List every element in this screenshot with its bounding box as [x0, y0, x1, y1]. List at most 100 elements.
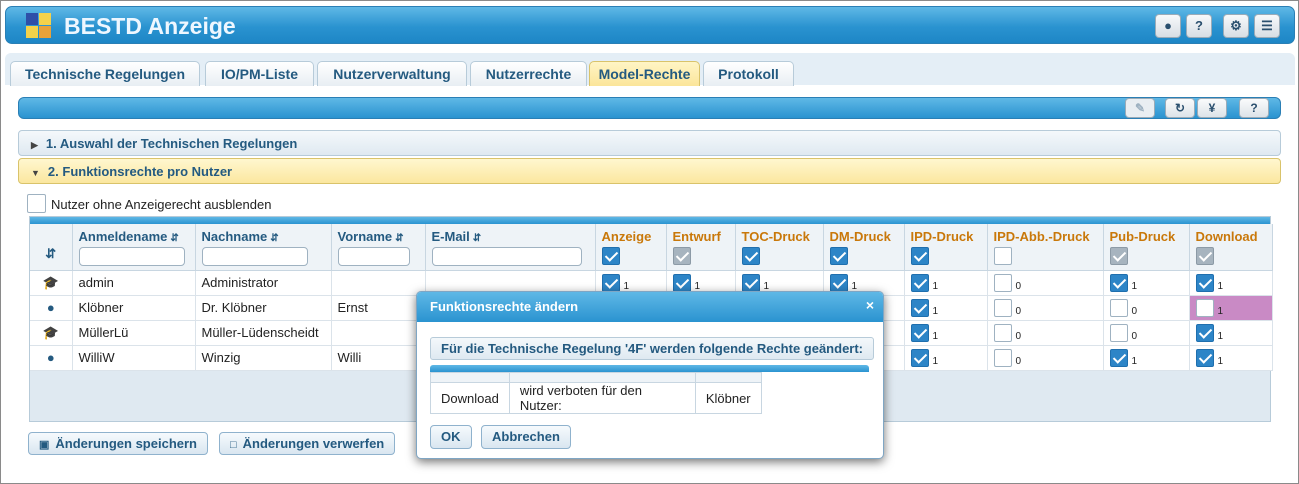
- save-changes-button[interactable]: ▣ Änderungen speichern: [28, 432, 208, 455]
- checkbox[interactable]: [672, 273, 691, 292]
- cell-ipdabb[interactable]: 0: [987, 270, 1104, 296]
- checkbox[interactable]: [993, 273, 1012, 292]
- cancel-button[interactable]: Abbrechen: [481, 425, 571, 449]
- header-checkbox-download[interactable]: [1195, 247, 1214, 265]
- cell-pub[interactable]: 0: [1103, 320, 1190, 346]
- checkbox[interactable]: [1109, 273, 1128, 292]
- checkbox[interactable]: [1109, 348, 1128, 367]
- cell-download[interactable]: 1: [1189, 270, 1273, 296]
- checkbox[interactable]: [1195, 298, 1214, 317]
- col-header-nachname[interactable]: Nachname ⇵: [195, 224, 332, 271]
- checkbox[interactable]: [1109, 298, 1128, 317]
- header-checkbox-pub[interactable]: [1109, 247, 1128, 265]
- filter-vorname-input[interactable]: [337, 247, 410, 266]
- change-action: wird verboten für den Nutzer:: [508, 382, 696, 414]
- col-header-dm[interactable]: DM-Druck: [823, 224, 905, 271]
- cell-anmeldename: Klöbner: [72, 295, 196, 321]
- trash-icon: □: [230, 439, 237, 451]
- cell-anmeldename: WilliW: [72, 345, 196, 371]
- checkbox[interactable]: [1195, 348, 1214, 367]
- cell-ipd[interactable]: 1: [904, 345, 988, 371]
- cell-download[interactable]: 1: [1189, 345, 1273, 371]
- cell-pub[interactable]: 1: [1103, 270, 1190, 296]
- header-checkbox-ipd[interactable]: [910, 247, 929, 265]
- col-header-download[interactable]: Download: [1189, 224, 1273, 271]
- header-checkbox-ipdabb[interactable]: [993, 247, 1012, 265]
- header-checkbox-anzeige[interactable]: [601, 247, 620, 265]
- col-header-ipdabb[interactable]: IPD-Abb.-Druck: [987, 224, 1104, 271]
- hide-users-checkbox[interactable]: [27, 194, 46, 213]
- sort-icon[interactable]: ⇵: [30, 224, 73, 271]
- cell-ipd[interactable]: 1: [904, 295, 988, 321]
- help-icon[interactable]: ?: [1186, 14, 1212, 38]
- col-header-entwurf[interactable]: Entwurf: [666, 224, 736, 271]
- gear-icon[interactable]: ⚙: [1223, 14, 1249, 38]
- col-header-anzeige[interactable]: Anzeige: [595, 224, 667, 271]
- help-icon[interactable]: ?: [1239, 98, 1269, 118]
- checkbox[interactable]: [601, 273, 620, 292]
- accordion-section-2[interactable]: ▼ 2. Funktionsrechte pro Nutzer: [18, 158, 1281, 184]
- checkbox[interactable]: [910, 323, 929, 342]
- checkbox[interactable]: [993, 298, 1012, 317]
- table-row: Download wird verboten für den Nutzer: K…: [430, 382, 762, 414]
- col-header-ipd[interactable]: IPD-Druck: [904, 224, 988, 271]
- col-header-pub[interactable]: Pub-Druck: [1103, 224, 1190, 271]
- cell-nachname: Dr. Klöbner: [195, 295, 332, 321]
- filter-nachname-input[interactable]: [201, 247, 308, 266]
- dialog-changes-table: Download wird verboten für den Nutzer: K…: [430, 372, 762, 414]
- cell-download-changed[interactable]: 1: [1189, 295, 1273, 321]
- cell-ipd[interactable]: 1: [904, 320, 988, 346]
- cell-vorname: Ernst: [331, 295, 426, 321]
- checkbox[interactable]: [1195, 273, 1214, 292]
- checkbox[interactable]: [993, 348, 1012, 367]
- cell-ipd[interactable]: 1: [904, 270, 988, 296]
- hide-users-option[interactable]: Nutzer ohne Anzeigerecht ausblenden: [27, 194, 271, 214]
- cell-pub[interactable]: 0: [1103, 295, 1190, 321]
- cell-ipdabb[interactable]: 0: [987, 295, 1104, 321]
- hide-users-label: Nutzer ohne Anzeigerecht ausblenden: [51, 197, 272, 212]
- accordion-section-1[interactable]: ▶ 1. Auswahl der Technischen Regelungen: [18, 130, 1281, 156]
- header-checkbox-entwurf[interactable]: [672, 247, 691, 265]
- cell-download[interactable]: 1: [1189, 320, 1273, 346]
- col-header-email[interactable]: E-Mail ⇵: [425, 224, 596, 271]
- tab-protokoll[interactable]: Protokoll: [703, 61, 794, 86]
- tab-bar: Technische Regelungen IO/PM-Liste Nutzer…: [5, 53, 1295, 86]
- yen-icon[interactable]: ¥: [1197, 98, 1227, 118]
- col-header-toc[interactable]: TOC-Druck: [735, 224, 824, 271]
- accordion-section-2-label: 2. Funktionsrechte pro Nutzer: [47, 164, 233, 179]
- checkbox[interactable]: [993, 323, 1012, 342]
- cell-ipdabb[interactable]: 0: [987, 320, 1104, 346]
- checkbox[interactable]: [829, 273, 848, 292]
- header-checkbox-toc[interactable]: [741, 247, 760, 265]
- close-icon[interactable]: ×: [866, 297, 874, 313]
- tab-nutzerverwaltung[interactable]: Nutzerverwaltung: [317, 61, 467, 86]
- menu-icon[interactable]: ☰: [1254, 14, 1280, 38]
- col-header-vorname[interactable]: Vorname ⇵: [331, 224, 426, 271]
- filter-anmeldename-input[interactable]: [78, 247, 185, 266]
- edit-icon[interactable]: ✎: [1125, 98, 1155, 118]
- filter-email-input[interactable]: [431, 247, 582, 266]
- discard-changes-button[interactable]: □ Änderungen verwerfen: [219, 432, 396, 455]
- header-checkbox-dm[interactable]: [829, 247, 848, 265]
- cell-ipdabb[interactable]: 0: [987, 345, 1104, 371]
- checkbox[interactable]: [741, 273, 760, 292]
- tab-nutzerrechte[interactable]: Nutzerrechte: [470, 61, 587, 86]
- col-header-anmeldename[interactable]: Anmeldename ⇵: [72, 224, 196, 271]
- user-icon: ●: [30, 295, 73, 321]
- dialog-title: Funktionsrechte ändern: [417, 292, 883, 322]
- checkbox[interactable]: [910, 273, 929, 292]
- grid-top-band: [30, 217, 1270, 224]
- tab-io-pm-liste[interactable]: IO/PM-Liste: [205, 61, 314, 86]
- checkbox[interactable]: [910, 348, 929, 367]
- checkbox[interactable]: [1195, 323, 1214, 342]
- checkbox[interactable]: [910, 298, 929, 317]
- accordion-section-1-label: 1. Auswahl der Technischen Regelungen: [45, 136, 298, 151]
- tab-technische-regelungen[interactable]: Technische Regelungen: [10, 61, 200, 86]
- cell-pub[interactable]: 1: [1103, 345, 1190, 371]
- tab-model-rechte[interactable]: Model-Rechte: [589, 61, 700, 86]
- checkbox[interactable]: [1109, 323, 1128, 342]
- user-icon[interactable]: ●: [1155, 14, 1181, 38]
- cell-anmeldename: admin: [72, 270, 196, 296]
- ok-button[interactable]: OK: [430, 425, 472, 449]
- refresh-icon[interactable]: ↻: [1165, 98, 1195, 118]
